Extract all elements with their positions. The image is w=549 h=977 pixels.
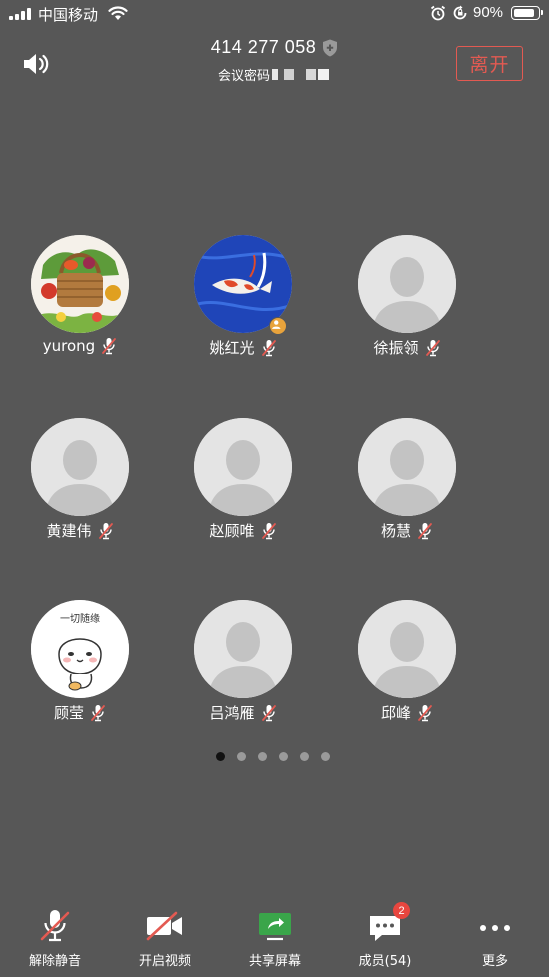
participant-tile[interactable]: 徐振领 [327, 235, 487, 375]
video-off-icon [146, 911, 182, 941]
participant-name: 赵顾唯 [209, 522, 255, 540]
mic-muted-icon [261, 339, 276, 356]
mic-muted-icon [98, 522, 113, 539]
page-dot[interactable] [258, 752, 267, 761]
status-bar: 中国移动 90% [0, 0, 549, 28]
leave-button[interactable]: 离开 [456, 46, 523, 81]
page-dot[interactable] [237, 752, 246, 761]
participant-tile[interactable]: yurong [0, 235, 160, 375]
start-video-button[interactable]: 开启视频 [110, 900, 220, 977]
share-screen-label: 共享屏幕 [248, 954, 301, 969]
password-label: 会议密码 [218, 68, 271, 84]
page-dot[interactable] [300, 752, 309, 761]
mic-muted-icon [261, 704, 276, 721]
participant-name-row: 姚红光 [163, 337, 323, 358]
shield-plus-icon[interactable] [322, 39, 338, 57]
participant-name: 黄建伟 [46, 522, 92, 540]
battery-icon [511, 6, 543, 20]
members-button[interactable]: 2 成员(54) [330, 900, 440, 977]
participant-name: 姚红光 [209, 339, 255, 357]
avatar[interactable] [358, 235, 456, 333]
password-row: 会议密码 [218, 64, 335, 84]
sticker-text: 一切随缘 [60, 612, 100, 625]
share-screen-button[interactable]: 共享屏幕 [220, 900, 330, 977]
members-label: 成员(54) [358, 954, 412, 969]
avatar[interactable]: 一切随缘 [31, 600, 129, 698]
cartoon-sticker-avatar: 一切随缘 [31, 600, 129, 698]
avatar[interactable] [31, 235, 129, 333]
participant-name: 吕鸿雁 [209, 704, 255, 722]
signal-icon [9, 8, 33, 20]
participant-name-row: 吕鸿雁 [163, 702, 323, 723]
password-mask [272, 68, 335, 80]
participant-name-row: 徐振领 [327, 337, 487, 358]
participant-tile[interactable]: 赵顾唯 [163, 418, 323, 558]
participant-tile[interactable]: 姚红光 [163, 235, 323, 375]
default-avatar-icon [194, 418, 292, 516]
participant-tile[interactable]: 邱峰 [327, 600, 487, 740]
avatar[interactable] [194, 600, 292, 698]
mic-muted-icon [40, 910, 70, 942]
default-avatar-icon [358, 235, 456, 333]
wifi-icon [108, 6, 128, 20]
participant-name-row: 顾莹 [0, 702, 160, 723]
more-label: 更多 [481, 954, 508, 969]
chat-badge: 2 [393, 902, 410, 919]
participant-name-row: 赵顾唯 [163, 520, 323, 541]
more-button[interactable]: 更多 [440, 900, 549, 977]
participant-name: 邱峰 [380, 704, 411, 722]
unmute-button[interactable]: 解除静音 [0, 900, 110, 977]
battery-fill [513, 8, 535, 17]
participant-name: 顾莹 [53, 704, 84, 722]
default-avatar-icon [358, 418, 456, 516]
default-avatar-icon [194, 600, 292, 698]
participant-name-row: 黄建伟 [0, 520, 160, 541]
default-avatar-icon [358, 600, 456, 698]
avatar[interactable] [358, 600, 456, 698]
host-badge-icon [269, 317, 287, 335]
page-dot[interactable] [321, 752, 330, 761]
participant-name: yurong [42, 337, 96, 355]
bottom-toolbar: 解除静音 开启视频 共享屏幕 2 成员(54) 更多 [0, 900, 549, 977]
participant-name-row: 杨慧 [327, 520, 487, 541]
alarm-icon [430, 5, 446, 21]
rotation-lock-icon [453, 5, 467, 20]
mic-muted-icon [418, 704, 432, 721]
participant-name: 杨慧 [380, 522, 411, 540]
avatar[interactable] [358, 418, 456, 516]
participant-name: 徐振领 [373, 339, 419, 357]
carrier-name: 中国移动 [38, 6, 99, 24]
mic-muted-icon [102, 338, 117, 355]
share-screen-icon [259, 913, 291, 941]
mic-muted-icon [418, 522, 432, 539]
participant-name-row: 邱峰 [327, 702, 487, 723]
mic-muted-icon [91, 704, 105, 721]
unmute-label: 解除静音 [28, 954, 81, 969]
page-indicator [216, 752, 342, 761]
default-avatar-icon [31, 418, 129, 516]
page-dot[interactable] [216, 752, 225, 761]
avatar[interactable] [31, 418, 129, 516]
mic-muted-icon [425, 339, 440, 356]
start-video-label: 开启视频 [138, 954, 191, 969]
mic-muted-icon [261, 522, 276, 539]
battery-percent: 90% [473, 4, 504, 21]
participant-tile[interactable]: 黄建伟 [0, 418, 160, 558]
page-dot[interactable] [279, 752, 288, 761]
participant-tile[interactable]: 吕鸿雁 [163, 600, 323, 740]
meeting-id[interactable]: 414 277 058 [211, 37, 317, 57]
participant-name-row: yurong [0, 337, 160, 355]
more-dots-icon [480, 925, 510, 931]
vegetable-basket-photo [31, 235, 129, 333]
avatar[interactable] [194, 418, 292, 516]
participant-tile[interactable]: 杨慧 [327, 418, 487, 558]
participant-tile[interactable]: 一切随缘顾莹 [0, 600, 160, 740]
